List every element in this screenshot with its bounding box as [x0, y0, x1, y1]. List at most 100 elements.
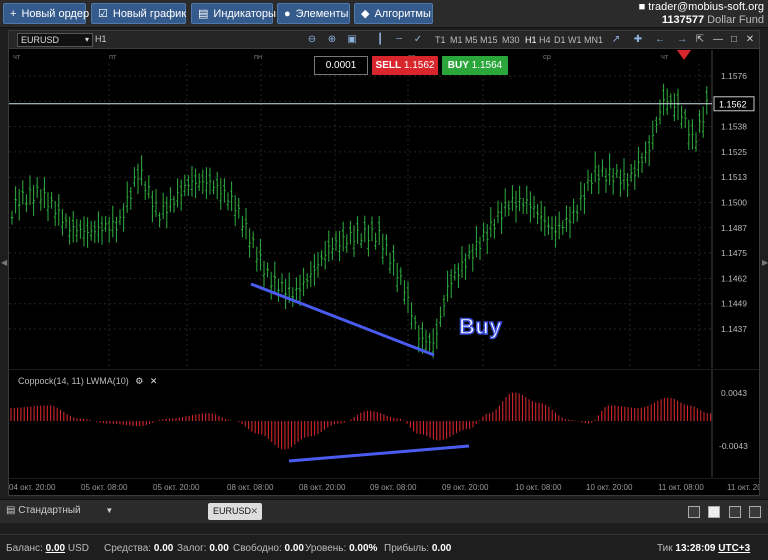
level-status: Уровень: 0.00% [305, 543, 378, 554]
buy-button[interactable]: BUY 1.1564 [442, 56, 508, 75]
time-tick-label: 11 окт. 20:00 [727, 483, 759, 492]
new-order-button[interactable]: + Новый ордер [3, 3, 90, 24]
time-tick-label: 10 окт. 20:00 [586, 483, 633, 492]
algorithms-label: Алгоритмы [374, 7, 431, 20]
price-tick-label: 1.1500 [721, 198, 747, 208]
level-value: 0.00% [349, 543, 378, 554]
lot-size-input[interactable]: 0.0001 [314, 56, 368, 75]
time-tick-label: 10 окт. 08:00 [515, 483, 562, 492]
time-tick-label: 11 окт. 08:00 [658, 483, 704, 492]
zoom-fit-icon[interactable]: ▣ [345, 33, 359, 47]
new-chart-button[interactable]: ☑ Новый график [91, 3, 186, 24]
timeframe-m15[interactable]: M15 [480, 35, 498, 45]
indicator-title: Coppock(14, 11) LWMA(10) ⚙ ✕ [18, 376, 157, 387]
timeframe-m5[interactable]: M5 [465, 35, 478, 45]
user-icon: ■ [638, 1, 646, 13]
order-marker-icon [677, 50, 691, 60]
price-tick-label: 1.1462 [721, 273, 747, 283]
chart-check-icon: ☑ [98, 8, 108, 20]
price-chart[interactable]: 1.15761.15511.15381.15251.15131.15001.14… [9, 50, 759, 368]
buy-label: BUY [447, 60, 469, 71]
indicator-trendline [288, 444, 470, 463]
chart-window[interactable]: EURUSD ▾ H1 ⊖ ⊕ ▣ ┃ ┄ ✓ T1 M1 M5 M15 M30 H1 H4… [8, 30, 760, 496]
account-info[interactable]: ■ trader@mobius-soft.org 1137577 Dollar … [639, 1, 764, 27]
sell-button[interactable]: SELL 1.1562 [372, 56, 438, 75]
funds-status: Средства: 0.00 [104, 543, 174, 554]
free-status: Свободно: 0.00 [233, 543, 304, 554]
close-icon[interactable]: ✕ [743, 33, 757, 47]
minimize-icon[interactable]: — [711, 33, 725, 47]
day-label: чт [13, 52, 21, 61]
layout-rows-icon[interactable] [749, 506, 761, 518]
bar-type-icon[interactable]: ┄ [392, 33, 406, 47]
timeframe-m1[interactable]: M1 [450, 35, 463, 45]
maximize-icon[interactable]: □ [727, 33, 741, 47]
indicator-tick-label: -0.0043 [719, 441, 748, 451]
detach-icon[interactable]: ⇱ [693, 33, 707, 47]
buy-price: 1.1564 [471, 60, 503, 71]
chart-header: EURUSD ▾ H1 ⊖ ⊕ ▣ ┃ ┄ ✓ T1 M1 M5 M15 M30 H1 H4… [9, 31, 759, 49]
time-tick-label: 05 окт. 08:00 [81, 483, 128, 492]
timeframe-t1[interactable]: T1 [435, 35, 446, 45]
layout-columns-icon[interactable] [729, 506, 741, 518]
line-type-icon[interactable]: ✓ [411, 33, 425, 47]
bar-chart-icon: ▤ [198, 8, 209, 20]
timeframe-m30[interactable]: M30 [502, 35, 520, 45]
symbol-select[interactable]: EURUSD ▾ [17, 33, 93, 47]
layout-grid-icon[interactable] [708, 506, 720, 518]
zoom-out-icon[interactable]: ⊖ [305, 33, 319, 47]
sell-price: 1.1562 [403, 60, 435, 71]
time-tick-label: 09 окт. 20:00 [442, 483, 489, 492]
margin-status: Залог: 0.00 [177, 543, 229, 554]
algorithms-button[interactable]: ◆ Алгоритмы [354, 3, 433, 24]
price-tick-label: 1.1437 [721, 324, 747, 334]
gear-icon[interactable]: ⚙ [135, 376, 143, 386]
layout-single-icon[interactable] [688, 506, 700, 518]
timeframe-h1[interactable]: H1 [525, 35, 537, 45]
time-tick-label: 04 окт. 20:00 [9, 483, 56, 492]
day-label: чт [661, 52, 669, 61]
timeframe-h4[interactable]: H4 [539, 35, 551, 45]
time-tick-label: 08 окт. 08:00 [227, 483, 274, 492]
timezone-select[interactable]: UTC+3 [718, 543, 750, 554]
candle-type-icon[interactable]: ┃ [373, 33, 387, 47]
chart-tab-eurusd[interactable]: EURUSD ✕ [208, 503, 262, 520]
margin-value: 0.00 [209, 543, 229, 554]
arrow-left-icon[interactable]: ← [653, 33, 667, 47]
timeframe-d1[interactable]: D1 [554, 35, 566, 45]
account-id: 1137577 [661, 14, 705, 26]
close-icon[interactable]: ✕ [250, 503, 258, 520]
diamond-icon: ◆ [361, 8, 370, 20]
draw-line-icon[interactable]: ↗ [609, 33, 623, 47]
plus-icon: + [10, 7, 17, 20]
new-order-label: Новый ордер [21, 7, 90, 20]
time-tick-label: 08 окт. 20:00 [299, 483, 346, 492]
workspace-icon: ▤ [6, 505, 16, 516]
shapes-icon: ● [284, 7, 291, 20]
collapse-right-icon[interactable]: ▶ [762, 258, 768, 267]
zoom-in-icon[interactable]: ⊕ [325, 33, 339, 47]
price-tick-label: 1.1576 [721, 71, 747, 81]
workspace-select[interactable]: ▤ Стандартный ▼ [6, 505, 113, 516]
timeframe-label: H1 [95, 34, 107, 44]
elements-button[interactable]: ● Элементы [277, 3, 350, 24]
crosshair-icon[interactable]: ✚ [631, 33, 645, 47]
close-icon[interactable]: ✕ [150, 376, 158, 386]
timeframe-w1[interactable]: W1 [568, 35, 582, 45]
chevron-down-icon: ▼ [105, 506, 114, 515]
collapse-left-icon[interactable]: ◀ [1, 258, 7, 267]
indicator-tick-label: 0.0043 [721, 388, 747, 398]
arrow-right-icon[interactable]: → [675, 33, 689, 47]
indicator-name: Coppock(14, 11) LWMA(10) [18, 376, 129, 386]
price-tick-label: 1.1487 [721, 223, 747, 233]
main-toolbar: + Новый ордер ☑ Новый график ▤ Индикатор… [0, 0, 768, 28]
workspace-bar: ▤ Стандартный ▼ EURUSD ✕ [0, 499, 768, 523]
balance-status: Баланс: 0.00 USD [6, 543, 89, 554]
price-tick-label: 1.1538 [721, 122, 747, 132]
tick-status: Тик 13:28:09 UTC+3 [657, 543, 751, 554]
price-tick-label: 1.1525 [721, 147, 747, 157]
timeframe-mn1[interactable]: MN1 [584, 35, 603, 45]
profit-value: 0.00 [431, 543, 452, 554]
indicators-button[interactable]: ▤ Индикаторы [191, 3, 276, 24]
day-label: ср [543, 52, 551, 61]
